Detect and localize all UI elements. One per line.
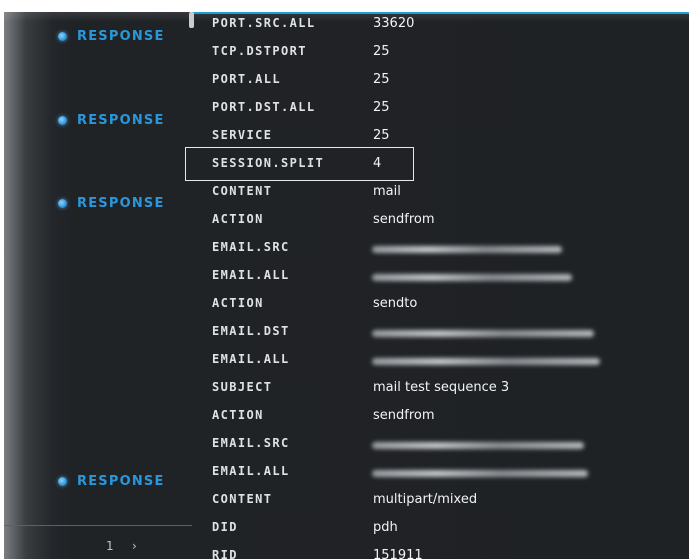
meta-row: EMAIL.SRC bbox=[4, 436, 689, 464]
meta-value[interactable]: 25 bbox=[373, 128, 390, 143]
meta-key: SERVICE bbox=[212, 128, 273, 142]
meta-key: CONTENT bbox=[212, 492, 273, 506]
meta-key: EMAIL.ALL bbox=[212, 352, 290, 366]
meta-value[interactable]: 25 bbox=[373, 44, 390, 59]
meta-key: RID bbox=[212, 548, 238, 559]
meta-key: CONTENT bbox=[212, 184, 273, 198]
meta-row: ACTION sendfrom bbox=[4, 408, 689, 436]
meta-row: CONTENT multipart/mixed bbox=[4, 492, 689, 520]
meta-value[interactable]: sendfrom bbox=[373, 408, 435, 423]
meta-key: ACTION bbox=[212, 296, 264, 310]
meta-value[interactable]: 25 bbox=[373, 72, 390, 87]
meta-key: PORT.DST.ALL bbox=[212, 100, 316, 114]
meta-key: EMAIL.SRC bbox=[212, 436, 290, 450]
meta-value[interactable]: 25 bbox=[373, 100, 390, 115]
meta-key: PORT.ALL bbox=[212, 72, 281, 86]
meta-row: SUBJECT mail test sequence 3 bbox=[4, 380, 689, 408]
meta-panel: RESPONSE RESPONSE RESPONSE RESPONSE PORT… bbox=[4, 12, 689, 559]
meta-value[interactable]: mail bbox=[373, 184, 401, 199]
meta-key: TCP.DSTPORT bbox=[212, 44, 307, 58]
meta-row: TCP.DSTPORT 25 bbox=[4, 44, 689, 72]
meta-row: EMAIL.ALL bbox=[4, 268, 689, 296]
meta-row: PORT.ALL 25 bbox=[4, 72, 689, 100]
meta-key: DID bbox=[212, 520, 238, 534]
meta-row: PORT.SRC.ALL 33620 bbox=[4, 16, 689, 44]
meta-row: ACTION sendto bbox=[4, 296, 689, 324]
meta-row: EMAIL.ALL bbox=[4, 352, 689, 380]
meta-value[interactable]: sendfrom bbox=[373, 212, 435, 227]
meta-value[interactable]: 33620 bbox=[373, 16, 414, 31]
meta-value[interactable]: sendto bbox=[373, 296, 417, 311]
meta-key: EMAIL.ALL bbox=[212, 464, 290, 478]
meta-key: PORT.SRC.ALL bbox=[212, 16, 316, 30]
redacted-value bbox=[372, 330, 594, 337]
pagination-bar: 1 › bbox=[4, 525, 192, 559]
redacted-value bbox=[372, 442, 584, 449]
meta-row: EMAIL.ALL bbox=[4, 464, 689, 492]
meta-row: EMAIL.SRC bbox=[4, 240, 689, 268]
redacted-value bbox=[372, 470, 588, 477]
redacted-value bbox=[372, 274, 572, 281]
meta-key: EMAIL.SRC bbox=[212, 240, 290, 254]
meta-key: EMAIL.DST bbox=[212, 324, 290, 338]
redacted-value bbox=[372, 246, 562, 253]
next-page-icon[interactable]: › bbox=[132, 539, 137, 553]
meta-row: EMAIL.DST bbox=[4, 324, 689, 352]
meta-key: ACTION bbox=[212, 408, 264, 422]
meta-key: SUBJECT bbox=[212, 380, 273, 394]
page-number[interactable]: 1 bbox=[106, 539, 114, 553]
meta-row: ACTION sendfrom bbox=[4, 212, 689, 240]
meta-key: ACTION bbox=[212, 212, 264, 226]
meta-row: CONTENT mail bbox=[4, 184, 689, 212]
redacted-value bbox=[372, 358, 600, 365]
header-accent-line bbox=[192, 12, 689, 14]
meta-row: PORT.DST.ALL 25 bbox=[4, 100, 689, 128]
meta-value[interactable]: pdh bbox=[373, 520, 398, 535]
meta-value[interactable]: 151911 bbox=[373, 548, 423, 559]
meta-value[interactable]: mail test sequence 3 bbox=[373, 380, 509, 395]
meta-value[interactable]: multipart/mixed bbox=[373, 492, 477, 507]
meta-key: EMAIL.ALL bbox=[212, 268, 290, 282]
session-split-highlight-box bbox=[185, 147, 414, 181]
